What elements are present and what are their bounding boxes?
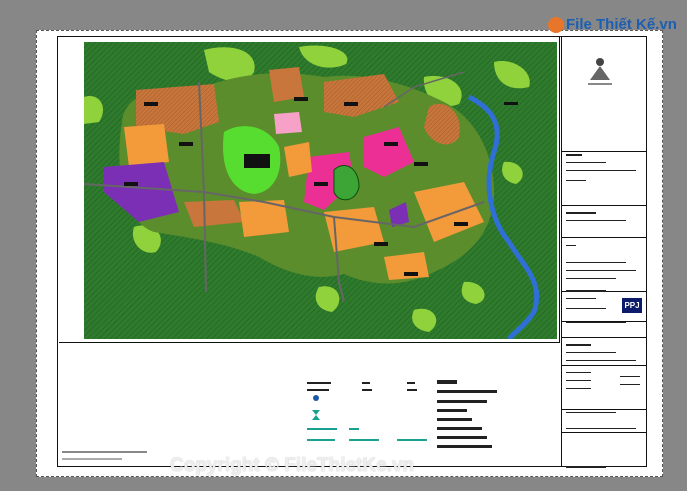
note-lines	[62, 451, 147, 460]
legend	[297, 376, 497, 454]
master-plan-map	[84, 42, 557, 339]
watermark-copyright: Copyright © FileThietKe.vn	[170, 455, 415, 476]
watermark-logo-text: File Thiết Kế.vn	[566, 16, 677, 33]
orange-zone	[284, 142, 312, 177]
watermark-icon	[548, 17, 564, 34]
ppj-badge: PPJ	[622, 298, 642, 313]
logo-icon	[588, 58, 612, 85]
orange-zone	[124, 124, 169, 167]
commercial-zone	[274, 112, 302, 134]
residential-zone	[269, 67, 304, 102]
title-block	[561, 37, 647, 466]
watermark-logo: File Thiết Kế.vn	[548, 16, 677, 34]
